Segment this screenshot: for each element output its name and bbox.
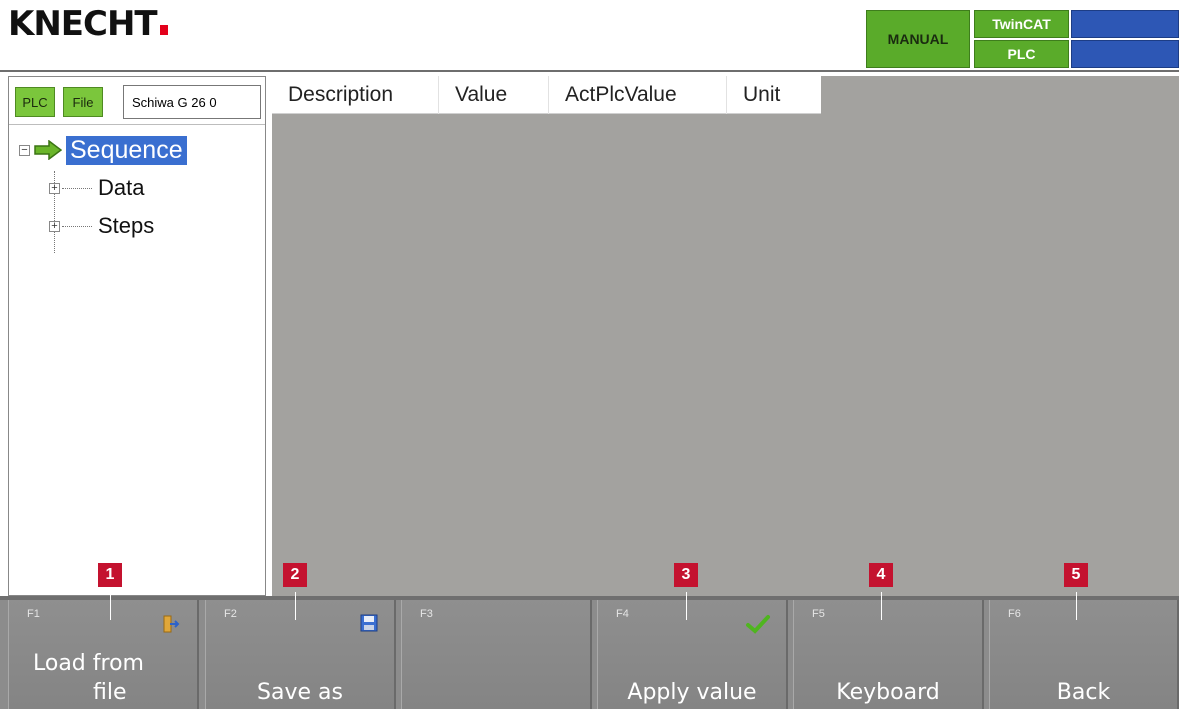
f6-label: Back (1056, 680, 1111, 705)
callout-3: 3 (674, 563, 698, 587)
f6-back-button[interactable]: F6 Back (989, 600, 1179, 709)
f1-label-line2: file (93, 680, 127, 705)
callout-1-line (110, 592, 111, 620)
plc-status-label: PLC (974, 40, 1069, 68)
column-header-value[interactable]: Value (439, 76, 549, 114)
tree-node-sequence[interactable]: − Sequence (9, 131, 265, 169)
fkey-number: F2 (224, 608, 237, 620)
callout-2: 2 (283, 563, 307, 587)
f2-label: Save as (257, 680, 343, 705)
file-button[interactable]: File (63, 87, 103, 117)
f5-label: Keyboard (836, 680, 940, 705)
column-header-actplcvalue[interactable]: ActPlcValue (549, 76, 727, 114)
status-field-top (1071, 10, 1179, 38)
fkey-number: F6 (1008, 608, 1021, 620)
column-header-unit[interactable]: Unit (727, 76, 821, 114)
column-header-description[interactable]: Description (272, 76, 439, 114)
mode-indicator: MANUAL (866, 10, 970, 68)
expand-icon[interactable]: + (49, 182, 60, 194)
f2-save-as-button[interactable]: F2 Save as (205, 600, 396, 709)
callout-3-line (686, 592, 687, 620)
tree-label-steps[interactable]: Steps (98, 213, 154, 239)
callout-4: 4 (869, 563, 893, 587)
parameter-table-area: Description Value ActPlcValue Unit (272, 76, 1179, 596)
tree-dotted-connector (62, 187, 92, 189)
floppy-disk-icon (360, 614, 378, 632)
left-panel: PLC File Schiwa G 26 0 − Sequence + Data… (8, 76, 266, 596)
fkey-number: F4 (616, 608, 629, 620)
tree-label-sequence[interactable]: Sequence (66, 135, 187, 165)
logo-red-dot (159, 25, 168, 35)
fkey-number: F5 (812, 608, 825, 620)
expand-icon[interactable]: + (49, 220, 60, 232)
tree-node-data[interactable]: + Data (9, 169, 265, 207)
f3-empty-button[interactable]: F3 (401, 600, 592, 709)
f1-label-line1: Load from (33, 651, 144, 676)
f1-label: Load from file (33, 649, 193, 707)
function-key-bar: F1 Load from file F2 Save as F3 F4 Apply… (0, 600, 1179, 709)
load-file-icon (163, 615, 180, 633)
f4-apply-value-button[interactable]: F4 Apply value (597, 600, 788, 709)
f1-load-from-file-button[interactable]: F1 Load from file (8, 600, 199, 709)
arrow-right-icon (34, 140, 62, 160)
f5-keyboard-button[interactable]: F5 Keyboard (793, 600, 984, 709)
twincat-status: TwinCAT PLC (974, 10, 1069, 68)
header-bar: KNECHT MANUAL TwinCAT PLC (0, 0, 1179, 72)
callout-5-line (1076, 592, 1077, 620)
tree-label-data[interactable]: Data (98, 175, 144, 201)
fkey-number: F1 (27, 608, 40, 620)
checkmark-icon (746, 615, 770, 634)
plc-button[interactable]: PLC (15, 87, 55, 117)
sequence-tree: − Sequence + Data + Steps (9, 125, 265, 253)
left-toolbar: PLC File Schiwa G 26 0 (9, 77, 265, 125)
status-field-bottom (1071, 40, 1179, 68)
tree-node-steps[interactable]: + Steps (9, 207, 265, 245)
collapse-icon[interactable]: − (19, 144, 30, 156)
callout-5: 5 (1064, 563, 1088, 587)
tree-dotted-connector (62, 225, 92, 227)
callout-1: 1 (98, 563, 122, 587)
fkey-number: F3 (420, 608, 433, 620)
callout-2-line (295, 592, 296, 620)
f4-label: Apply value (627, 680, 757, 705)
twincat-label: TwinCAT (974, 10, 1069, 38)
callout-4-line (881, 592, 882, 620)
project-name-field[interactable]: Schiwa G 26 0 (123, 85, 261, 119)
table-header: Description Value ActPlcValue Unit (272, 76, 821, 114)
knecht-logo: KNECHT (8, 4, 168, 44)
